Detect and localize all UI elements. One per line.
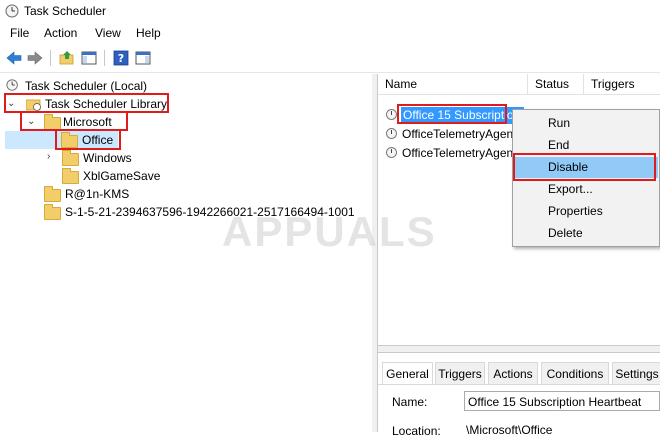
task-row[interactable]: OfficeTelemetryAgentLogOn <box>384 144 518 163</box>
menu-item-properties[interactable]: Properties <box>514 201 658 222</box>
location-label: Location: <box>392 424 441 438</box>
tab-actions[interactable]: Actions <box>488 362 538 384</box>
highlight-disable <box>513 153 656 181</box>
tree-xbl-label: XblGameSave <box>83 169 161 183</box>
forward-icon[interactable] <box>26 49 44 67</box>
name-label: Name: <box>392 395 428 409</box>
back-icon[interactable] <box>5 49 23 67</box>
horizontal-splitter[interactable] <box>378 345 660 353</box>
column-header-triggers[interactable]: Triggers <box>584 74 660 94</box>
task-row[interactable]: OfficeTelemetryAgentFallBack <box>384 125 518 144</box>
column-header-status[interactable]: Status <box>528 74 584 94</box>
menu-item-export[interactable]: Export... <box>514 179 658 200</box>
chevron-right-icon[interactable]: › <box>47 148 50 166</box>
menu-view[interactable]: View <box>95 26 121 40</box>
task-name: OfficeTelemetryAgentFallBack <box>402 127 518 141</box>
menu-file[interactable]: File <box>10 26 29 40</box>
clock-icon <box>6 79 18 91</box>
menu-item-run[interactable]: Run <box>514 113 658 134</box>
name-field[interactable]: Office 15 Subscription Heartbeat <box>464 391 660 411</box>
highlight-office <box>55 129 121 150</box>
folder-icon <box>44 204 61 220</box>
task-clock-icon <box>386 109 397 120</box>
task-name: OfficeTelemetryAgentLogOn <box>402 146 518 160</box>
column-header-name[interactable]: Name <box>378 74 528 94</box>
watermark-logo: APPUALS <box>222 208 437 255</box>
menu-action[interactable]: Action <box>44 26 77 40</box>
tab-conditions[interactable]: Conditions <box>541 362 609 384</box>
tab-settings[interactable]: Settings <box>612 362 660 384</box>
menu-bar: File Action View Help <box>0 24 660 44</box>
tab-general[interactable]: General <box>382 362 433 385</box>
tree-windows-label: Windows <box>83 151 132 165</box>
show-hide-console-tree-icon[interactable] <box>80 49 98 67</box>
folder-icon <box>62 150 79 166</box>
tree-r1n-label: R@1n-KMS <box>65 187 130 201</box>
general-properties: Name: Office 15 Subscription Heartbeat L… <box>378 384 660 438</box>
task-clock-icon <box>386 147 397 158</box>
tab-triggers[interactable]: Triggers <box>435 362 485 384</box>
show-hide-action-pane-icon[interactable] <box>134 49 152 67</box>
up-folder-icon[interactable] <box>58 49 76 67</box>
task-scheduler-icon <box>5 4 19 18</box>
highlight-task <box>397 104 507 124</box>
folder-icon <box>44 186 61 202</box>
window-title: Task Scheduler <box>24 4 107 18</box>
location-value: \Microsoft\Office <box>466 423 553 437</box>
menu-help[interactable]: Help <box>136 26 161 40</box>
help-icon[interactable]: ? <box>112 49 130 67</box>
title-bar: Task Scheduler <box>0 0 660 24</box>
folder-icon <box>62 168 79 184</box>
highlight-microsoft <box>20 111 128 131</box>
svg-text:?: ? <box>118 52 124 65</box>
toolbar: ? <box>0 44 660 73</box>
highlight-library <box>4 93 169 113</box>
menu-item-delete[interactable]: Delete <box>514 223 658 244</box>
task-clock-icon <box>386 128 397 139</box>
